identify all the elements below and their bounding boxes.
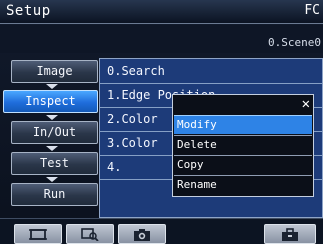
- menu-item-copy[interactable]: Copy: [174, 155, 312, 174]
- window-button[interactable]: [14, 224, 62, 244]
- window-icon: [29, 229, 47, 240]
- menu-item-delete[interactable]: Delete: [174, 135, 312, 154]
- camera-icon: [134, 229, 150, 241]
- camera-button[interactable]: [118, 224, 166, 244]
- sidebar-item-run[interactable]: Run: [11, 183, 98, 206]
- menu-item-rename[interactable]: Rename: [174, 175, 312, 194]
- scene-label[interactable]: 0.Scene0: [268, 36, 321, 49]
- flow-arrow-icon: [46, 115, 58, 120]
- context-menu: ✕ Modify Delete Copy Rename: [172, 94, 314, 197]
- setup-screen: Setup FC 0.Scene0 Image Inspect In/Out T…: [0, 0, 323, 244]
- sidebar-item-image[interactable]: Image: [11, 60, 98, 83]
- flow-item-search[interactable]: 0.Search: [100, 60, 322, 84]
- zoom-button[interactable]: [66, 224, 114, 244]
- window-title: Setup: [6, 3, 51, 19]
- flow-arrow-icon: [46, 84, 58, 89]
- toolbox-button[interactable]: [264, 224, 316, 244]
- zoom-icon: [81, 228, 99, 241]
- title-right-text: FC: [304, 3, 320, 18]
- sidebar-item-inspect[interactable]: Inspect: [3, 90, 98, 113]
- title-bar: Setup FC: [0, 0, 323, 24]
- flow-arrow-icon: [46, 146, 58, 151]
- menu-item-modify[interactable]: Modify: [174, 115, 312, 134]
- toolbox-icon: [282, 228, 298, 241]
- flow-arrow-icon: [46, 177, 58, 182]
- sidebar-item-test[interactable]: Test: [11, 152, 98, 175]
- sidebar-item-in-out[interactable]: In/Out: [11, 121, 98, 144]
- close-icon[interactable]: ✕: [302, 96, 310, 112]
